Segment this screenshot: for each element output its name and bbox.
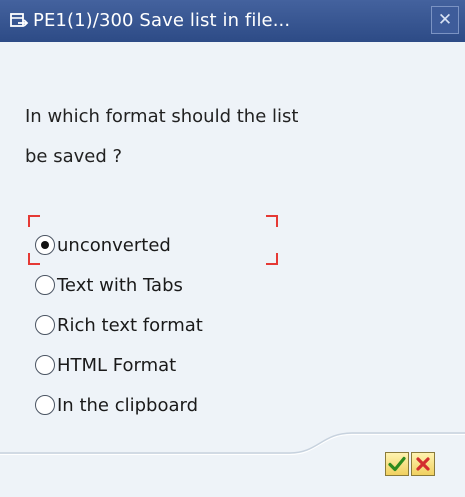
focus-indicator-top-right [266, 215, 278, 227]
radio-html-format[interactable] [35, 355, 55, 375]
option-label-html-format: HTML Format [57, 354, 177, 376]
option-rich-text-format[interactable]: Rich text format [35, 305, 203, 345]
checkmark-icon [388, 456, 406, 472]
save-list-dialog: PE1(1)/300 Save list in file... ✕ In whi… [0, 0, 465, 497]
option-label-unconverted: unconverted [57, 234, 171, 256]
save-list-icon [10, 13, 29, 27]
radio-text-with-tabs[interactable] [35, 275, 55, 295]
option-label-clipboard: In the clipboard [57, 394, 199, 416]
option-clipboard[interactable]: In the clipboard [35, 385, 203, 425]
close-button[interactable]: ✕ [431, 6, 459, 34]
question-line-2: be saved ? [25, 146, 123, 167]
radio-rich-text-format[interactable] [35, 315, 55, 335]
dialog-body: In which format should the list be saved… [0, 42, 465, 497]
cross-icon [416, 457, 430, 471]
title-bar[interactable]: PE1(1)/300 Save list in file... ✕ [0, 0, 465, 42]
radio-unconverted[interactable] [35, 235, 55, 255]
option-html-format[interactable]: HTML Format [35, 345, 203, 385]
radio-clipboard[interactable] [35, 395, 55, 415]
cancel-button[interactable] [411, 452, 435, 476]
option-label-text-with-tabs: Text with Tabs [57, 274, 183, 296]
option-label-rich-text-format: Rich text format [57, 314, 203, 336]
close-icon: ✕ [437, 10, 453, 30]
option-text-with-tabs[interactable]: Text with Tabs [35, 265, 203, 305]
option-unconverted[interactable]: unconverted [35, 225, 203, 265]
ok-button[interactable] [385, 452, 409, 476]
question-line-1: In which format should the list [25, 106, 299, 127]
window-title: PE1(1)/300 Save list in file... [33, 10, 291, 31]
focus-indicator-bottom-right [266, 253, 278, 265]
format-radio-group: unconverted Text with Tabs Rich text for… [35, 225, 203, 425]
question-text: In which format should the list be saved… [25, 97, 385, 177]
